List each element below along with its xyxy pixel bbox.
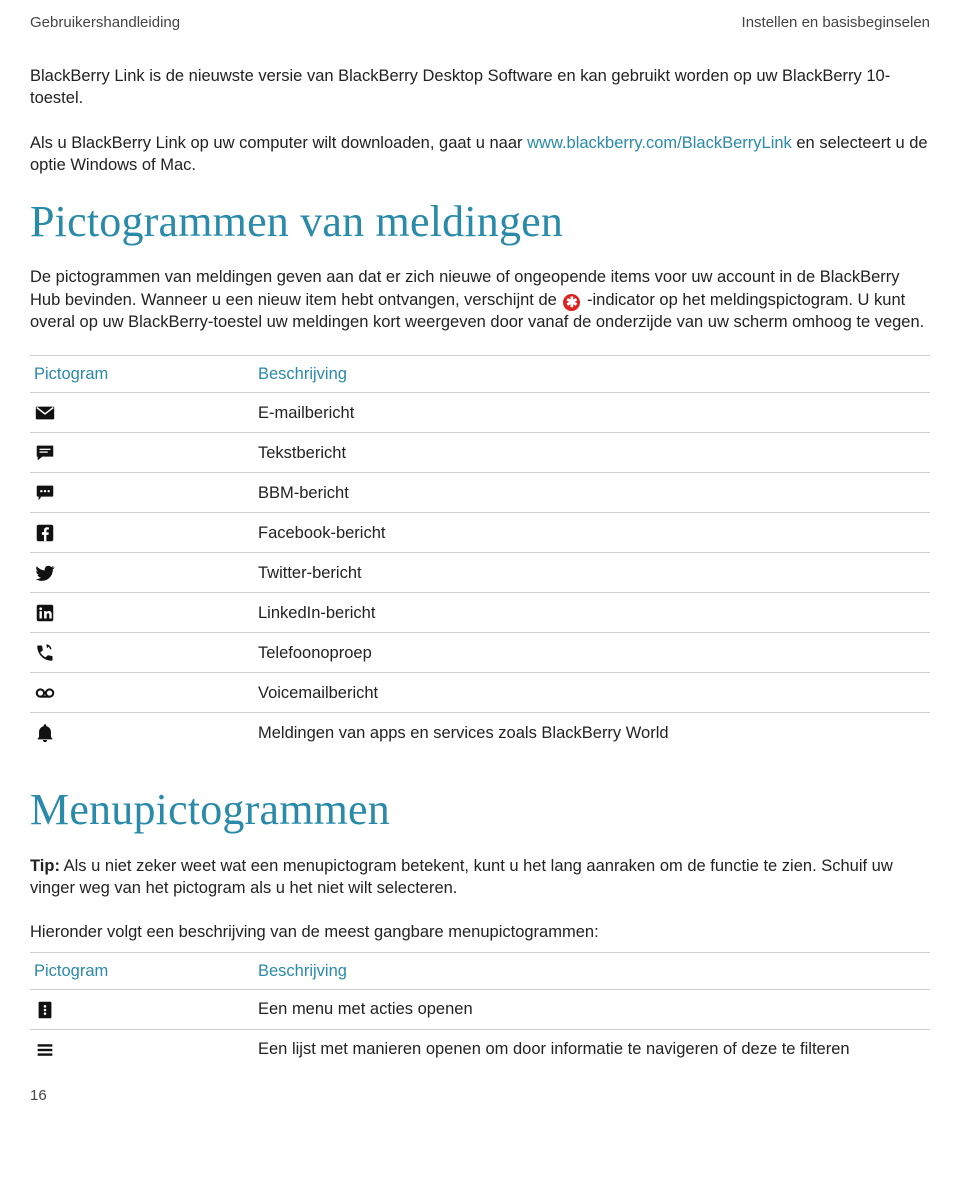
table-row: LinkedIn-bericht [30, 593, 930, 633]
intro-paragraph-2: Als u BlackBerry Link op uw computer wil… [30, 132, 930, 177]
intro-paragraph-1: BlackBerry Link is de nieuwste versie va… [30, 65, 930, 110]
facebook-icon [30, 513, 254, 553]
twitter-icon [30, 553, 254, 593]
section2-tip: Tip: Als u niet zeker weet wat een menup… [30, 855, 930, 900]
list-menu-icon [30, 1029, 254, 1069]
table-row: Een lijst met manieren openen om door in… [30, 1029, 930, 1069]
table-row: Facebook-bericht [30, 513, 930, 553]
header-left: Gebruikershandleiding [30, 14, 180, 31]
menu-icons-table: Pictogram Beschrijving Een menu met acti… [30, 952, 930, 1069]
icon-description: Meldingen van apps en services zoals Bla… [254, 713, 930, 753]
header-right: Instellen en basisbeginselen [742, 14, 930, 31]
table-row: Meldingen van apps en services zoals Bla… [30, 713, 930, 753]
page-header: Gebruikershandleiding Instellen en basis… [30, 14, 930, 31]
icon-description: Voicemailbericht [254, 673, 930, 713]
table-row: Voicemailbericht [30, 673, 930, 713]
icon-description: Telefoonoproep [254, 633, 930, 673]
mail-icon [30, 393, 254, 433]
table-row: Twitter-bericht [30, 553, 930, 593]
notification-icons-table: Pictogram Beschrijving E-mailberichtTeks… [30, 355, 930, 752]
table-row: BBM-bericht [30, 473, 930, 513]
table-row: Tekstbericht [30, 433, 930, 473]
table-head-pictogram: Pictogram [30, 356, 254, 393]
section2-below: Hieronder volgt een beschrijving van de … [30, 921, 930, 944]
icon-description: Twitter-bericht [254, 553, 930, 593]
page-number: 16 [30, 1087, 930, 1104]
table-head-pictogram: Pictogram [30, 952, 254, 989]
voicemail-icon [30, 673, 254, 713]
bell-icon [30, 713, 254, 753]
icon-description: BBM-bericht [254, 473, 930, 513]
section-title-notifications: Pictogrammen van meldingen [30, 198, 930, 246]
icon-description: E-mailbericht [254, 393, 930, 433]
table-row: Een menu met acties openen [30, 989, 930, 1029]
table-head-description: Beschrijving [254, 952, 930, 989]
icon-description: Facebook-bericht [254, 513, 930, 553]
table-row: E-mailbericht [30, 393, 930, 433]
table-row: Telefoonoproep [30, 633, 930, 673]
section-title-menuicons: Menupictogrammen [30, 786, 930, 834]
icon-description: LinkedIn-bericht [254, 593, 930, 633]
icon-description: Een lijst met manieren openen om door in… [254, 1029, 930, 1069]
linkedin-icon [30, 593, 254, 633]
bbm-icon [30, 473, 254, 513]
icon-description: Een menu met acties openen [254, 989, 930, 1029]
section1-description: De pictogrammen van meldingen geven aan … [30, 266, 930, 333]
chat-icon [30, 433, 254, 473]
icon-description: Tekstbericht [254, 433, 930, 473]
tip-label: Tip: [30, 857, 60, 875]
tip-text: Als u niet zeker weet wat een menupictog… [30, 857, 893, 897]
overflow-icon [30, 989, 254, 1029]
new-item-indicator-icon: ✱ [563, 294, 580, 311]
blackberry-link-url[interactable]: www.blackberry.com/BlackBerryLink [527, 134, 792, 152]
phone-icon [30, 633, 254, 673]
intro-p2-lead: Als u BlackBerry Link op uw computer wil… [30, 134, 527, 152]
table-head-description: Beschrijving [254, 356, 930, 393]
